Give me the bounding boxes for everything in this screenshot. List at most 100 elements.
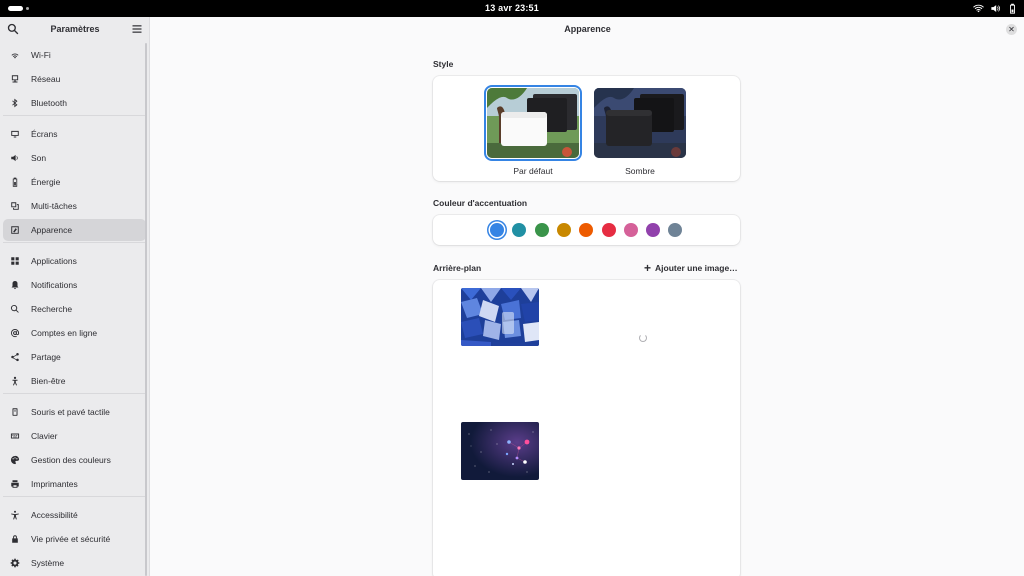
accent-color-swatch[interactable] <box>490 223 504 237</box>
at-icon <box>9 327 21 339</box>
top-bar: 13 avr 23:51 <box>0 0 1024 17</box>
sidebar-item-search[interactable]: Recherche <box>3 298 146 320</box>
sidebar-title: Paramètres <box>50 24 100 34</box>
accent-color-swatch[interactable] <box>534 223 549 237</box>
close-button[interactable]: ✕ <box>1006 24 1017 35</box>
sidebar-item-network[interactable]: Réseau <box>3 68 146 90</box>
style-card: Par défaut Sombre <box>433 76 740 181</box>
accent-color-swatch[interactable] <box>601 223 616 237</box>
sidebar-item-printer[interactable]: Imprimantes <box>3 473 146 495</box>
accent-color-swatch[interactable] <box>512 223 527 237</box>
appearance-icon <box>9 224 21 236</box>
sidebar-separator <box>3 496 146 497</box>
sidebar-item-label: Multi-tâches <box>31 201 77 211</box>
sidebar-item-label: Bluetooth <box>31 98 67 108</box>
sidebar-item-privacy[interactable]: Vie privée et sécurité <box>3 528 146 550</box>
sidebar-item-label: Énergie <box>31 177 61 187</box>
sidebar-item-color[interactable]: Gestion des couleurs <box>3 449 146 471</box>
style-caption-default: Par défaut <box>513 166 553 176</box>
style-thumb-dark[interactable] <box>594 88 686 158</box>
accessibility-icon <box>9 509 21 521</box>
wifi-icon <box>9 49 21 61</box>
printer-icon <box>9 478 21 490</box>
sidebar-item-share[interactable]: Partage <box>3 346 146 368</box>
main-panel: Apparence ✕ Style Par défaut Sombre Coul… <box>151 17 1024 576</box>
sidebar-item-keyboard[interactable]: Clavier <box>3 425 146 447</box>
search-icon <box>9 303 21 315</box>
sidebar-item-label: Applications <box>31 256 77 266</box>
clock[interactable]: 13 avr 23:51 <box>0 3 1024 13</box>
sidebar-separator <box>3 115 146 116</box>
close-icon: ✕ <box>1008 24 1015 34</box>
sidebar-item-multitasking[interactable]: Multi-tâches <box>3 195 146 217</box>
sidebar-item-wifi[interactable]: Wi-Fi <box>3 44 146 66</box>
sidebar-item-label: Clavier <box>31 431 58 441</box>
wallpaper-constellation-preview <box>461 422 539 480</box>
sidebar-item-label: Bien-être <box>31 376 66 386</box>
sidebar-item-label: Son <box>31 153 47 163</box>
sidebar-item-label: Recherche <box>31 304 73 314</box>
sidebar-item-appearance[interactable]: Apparence <box>3 219 146 241</box>
sidebar-scrollbar[interactable] <box>145 43 147 576</box>
sidebar-item-power[interactable]: Énergie <box>3 171 146 193</box>
accent-color-swatch[interactable] <box>623 223 638 237</box>
sidebar-item-accessibility[interactable]: Accessibilité <box>3 504 146 526</box>
sidebar-item-label: Réseau <box>31 74 61 84</box>
sidebar-item-at[interactable]: Comptes en ligne <box>3 322 146 344</box>
system-status[interactable] <box>973 2 1018 15</box>
sidebar-item-label: Comptes en ligne <box>31 328 98 338</box>
sidebar-separator <box>3 393 146 394</box>
sidebar-item-label: Partage <box>31 352 61 362</box>
loading-spinner-icon <box>639 334 647 342</box>
privacy-icon <box>9 533 21 545</box>
sound-icon <box>9 152 21 164</box>
bluetooth-icon <box>9 97 21 109</box>
wallpaper-thumb-blue-cubes[interactable] <box>461 288 539 346</box>
default-style-preview <box>487 88 579 158</box>
sidebar-item-bell[interactable]: Notifications <box>3 274 146 296</box>
mouse-icon <box>9 406 21 418</box>
sidebar-item-label: Accessibilité <box>31 510 78 520</box>
accent-section-label: Couleur d'accentuation <box>433 198 528 208</box>
sidebar-header: Paramètres <box>0 17 150 41</box>
gear-icon <box>9 557 21 569</box>
battery-icon <box>1010 3 1015 14</box>
style-section-label: Style <box>433 59 454 69</box>
sidebar-item-label: Écrans <box>31 129 58 139</box>
wallpaper-thumb-constellation[interactable] <box>461 422 539 480</box>
multitasking-icon <box>9 200 21 212</box>
accent-color-swatch[interactable] <box>556 223 571 237</box>
style-option-dark[interactable]: Sombre <box>594 88 686 176</box>
style-caption-dark: Sombre <box>625 166 655 176</box>
sidebar-item-apps[interactable]: Applications <box>3 250 146 272</box>
color-icon <box>9 454 21 466</box>
share-icon <box>9 351 21 363</box>
dark-style-preview <box>594 88 686 158</box>
style-thumb-default[interactable] <box>484 85 582 161</box>
sidebar-item-gear[interactable]: Système <box>3 552 146 574</box>
accent-color-swatch[interactable] <box>646 223 661 237</box>
sidebar-separator <box>3 242 146 243</box>
wallpaper-blue-cubes-preview <box>461 288 539 346</box>
sidebar: Paramètres Wi-Fi Réseau Bluetooth Écrans Son… <box>0 17 150 576</box>
accent-color-swatch[interactable] <box>668 223 683 237</box>
network-icon <box>9 73 21 85</box>
sidebar-item-label: Système <box>31 558 65 568</box>
add-image-button[interactable]: + Ajouter une image… <box>644 262 738 274</box>
keyboard-icon <box>9 430 21 442</box>
sidebar-item-sound[interactable]: Son <box>3 147 146 169</box>
style-option-default[interactable]: Par défaut <box>484 85 582 176</box>
sidebar-item-label: Souris et pavé tactile <box>31 407 110 417</box>
apps-icon <box>9 255 21 267</box>
sidebar-item-display[interactable]: Écrans <box>3 123 146 145</box>
sidebar-item-wellbeing[interactable]: Bien-être <box>3 370 146 392</box>
accent-color-swatch[interactable] <box>579 223 594 237</box>
sidebar-item-label: Vie privée et sécurité <box>31 534 111 544</box>
sidebar-item-label: Wi-Fi <box>31 50 51 60</box>
background-section-label: Arrière-plan <box>433 263 482 273</box>
bell-icon <box>9 279 21 291</box>
sidebar-item-bluetooth[interactable]: Bluetooth <box>3 92 146 114</box>
sidebar-item-label: Notifications <box>31 280 78 290</box>
hamburger-menu-icon[interactable] <box>131 23 143 35</box>
sidebar-item-mouse[interactable]: Souris et pavé tactile <box>3 401 146 423</box>
